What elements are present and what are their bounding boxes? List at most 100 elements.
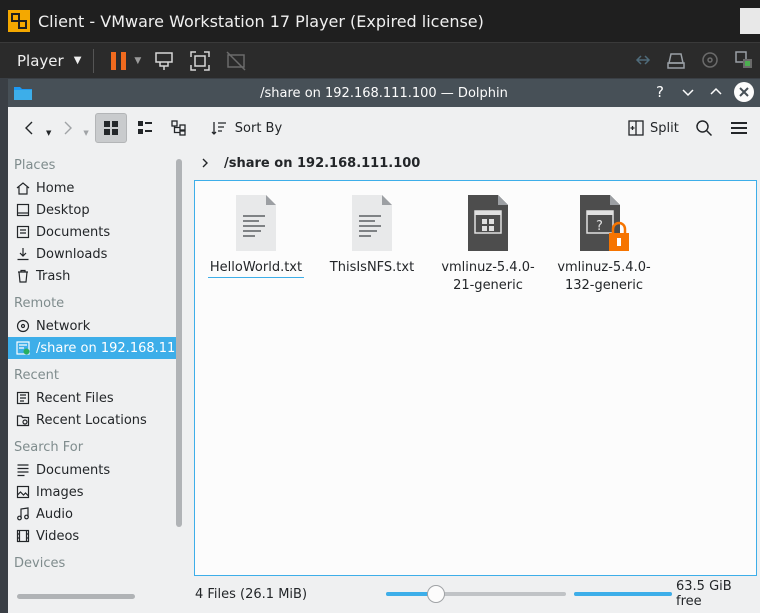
back-button[interactable]: [14, 113, 46, 143]
chevron-down-icon[interactable]: ▼: [83, 129, 88, 137]
places-horizontal-scrollbar[interactable]: [17, 594, 135, 599]
breadcrumb-path[interactable]: /share on 192.168.111.100: [224, 156, 420, 171]
recent-locations-icon: [16, 413, 30, 427]
places-item-label: Documents: [36, 224, 111, 240]
chevron-right-icon: [202, 158, 208, 168]
maximize-icon[interactable]: [706, 82, 726, 102]
vmware-logo-icon: [8, 10, 30, 32]
cd-dvd-icon[interactable]: [700, 49, 720, 71]
network-adapter-icon[interactable]: [634, 49, 652, 71]
sort-by-button[interactable]: Sort By: [211, 113, 282, 143]
places-scrollbar[interactable]: [176, 159, 182, 527]
player-menu-button[interactable]: Player ▼: [17, 52, 81, 70]
hard-disk-icon[interactable]: [666, 49, 686, 71]
search-icon: [696, 120, 713, 137]
places-section-header: Remote: [14, 296, 65, 311]
split-button[interactable]: Split: [628, 113, 679, 143]
details-view-button[interactable]: [163, 113, 195, 143]
places-item[interactable]: /share on 192.168.111.100: [8, 337, 176, 359]
text-file-icon: [346, 193, 398, 253]
free-space-label: 63.5 GiB free: [676, 579, 732, 609]
device-status-icons: [634, 49, 754, 71]
places-item[interactable]: Home: [8, 177, 176, 199]
help-icon[interactable]: ?: [650, 82, 670, 102]
menu-button[interactable]: [723, 113, 755, 143]
status-summary: 4 Files (26.1 MiB): [195, 586, 308, 602]
disk-space-bar: [574, 592, 672, 596]
places-item[interactable]: Downloads: [8, 243, 176, 265]
icons-view-button[interactable]: [94, 113, 127, 143]
places-item[interactable]: Audio: [8, 503, 176, 525]
unity-icon[interactable]: [225, 50, 247, 72]
dolphin-window: /share on 192.168.111.100 — Dolphin ? ▼ …: [8, 79, 760, 613]
chevron-left-icon: [25, 121, 33, 135]
places-section-header: Recent: [14, 368, 59, 383]
chevron-right-icon: [64, 121, 73, 135]
disk-space-fill: [574, 592, 672, 596]
player-menu-label: Player: [17, 51, 64, 70]
places-item[interactable]: Recent Locations: [8, 409, 176, 431]
desktop-icon: [16, 203, 30, 217]
search-button[interactable]: [688, 113, 720, 143]
places-item-label: Audio: [36, 506, 73, 522]
file-name: vmlinuz-5.4.0-21-generic: [441, 260, 535, 293]
executable-file-icon: [462, 193, 514, 253]
places-item-label: Trash: [36, 268, 71, 284]
places-item-label: Images: [36, 484, 84, 500]
compact-view-button[interactable]: [129, 113, 161, 143]
places-panel: Places Home Desktop Documents Downloads Trash…: [8, 149, 176, 594]
places-item[interactable]: Network: [8, 315, 176, 337]
forward-button[interactable]: [51, 113, 83, 143]
network-share-icon: [16, 341, 30, 355]
breadcrumb[interactable]: /share on 192.168.111.100: [194, 149, 758, 177]
svg-text:?: ?: [596, 219, 603, 234]
chevron-down-icon[interactable]: ▼: [134, 56, 141, 66]
file-name: ThisIsNFS.txt: [329, 260, 415, 275]
usb-network-icon[interactable]: [734, 49, 754, 71]
vmware-window-control[interactable]: [740, 8, 760, 34]
file-view[interactable]: HelloWorld.txt ThisIsNFS.txt vmlinuz-5.4…: [194, 180, 757, 576]
places-item-label: Network: [36, 318, 91, 334]
places-item[interactable]: Desktop: [8, 199, 176, 221]
places-item[interactable]: Videos: [8, 525, 176, 547]
places-item-label: Home: [36, 180, 75, 196]
file-item[interactable]: HelloWorld.txt: [198, 193, 314, 278]
places-item-label: /share on 192.168.111.100: [36, 340, 176, 356]
file-item[interactable]: vmlinuz-5.4.0-21-generic: [430, 193, 546, 295]
documents-icon: [16, 225, 30, 239]
minimize-icon[interactable]: [678, 82, 698, 102]
pause-icon[interactable]: [108, 50, 130, 72]
dolphin-toolbar: ▼ ▼ Sort By Split: [8, 107, 760, 149]
compact-list-icon: [137, 121, 152, 134]
places-item[interactable]: Trash: [8, 265, 176, 287]
downloads-icon: [16, 247, 30, 261]
sort-icon: [211, 122, 226, 135]
toolbar-separator: [93, 48, 95, 73]
videos-icon: [16, 529, 30, 543]
home-icon: [16, 181, 30, 195]
grid-icon: [103, 121, 118, 135]
main-view: /share on 192.168.111.100 HelloWorld.txt…: [194, 149, 758, 594]
places-item-label: Downloads: [36, 246, 108, 262]
vmware-title-bar: Client - VMware Workstation 17 Player (E…: [0, 0, 760, 42]
fullscreen-icon[interactable]: [189, 50, 211, 72]
places-item[interactable]: Recent Files: [8, 387, 176, 409]
tree-view-icon: [171, 120, 186, 136]
chevron-down-icon: ▼: [73, 55, 82, 66]
places-item-label: Recent Files: [36, 390, 114, 406]
places-item-label: Recent Locations: [36, 412, 147, 428]
file-item[interactable]: ThisIsNFS.txt: [314, 193, 430, 277]
split-label: Split: [650, 120, 679, 136]
close-icon[interactable]: [734, 82, 754, 102]
window-buttons: ?: [650, 82, 754, 102]
places-item[interactable]: Images: [8, 481, 176, 503]
zoom-slider-handle[interactable]: [427, 585, 446, 603]
places-item[interactable]: Documents: [8, 221, 176, 243]
places-item[interactable]: Documents: [8, 459, 176, 481]
file-item[interactable]: ? vmlinuz-5.4.0-132-generic: [546, 193, 662, 295]
send-ctrl-alt-del-icon[interactable]: [153, 50, 175, 72]
dolphin-window-title: /share on 192.168.111.100 — Dolphin: [260, 85, 508, 101]
zoom-slider[interactable]: [386, 585, 566, 603]
split-view-icon: [628, 120, 644, 136]
dolphin-title-bar: /share on 192.168.111.100 — Dolphin ?: [8, 79, 760, 107]
